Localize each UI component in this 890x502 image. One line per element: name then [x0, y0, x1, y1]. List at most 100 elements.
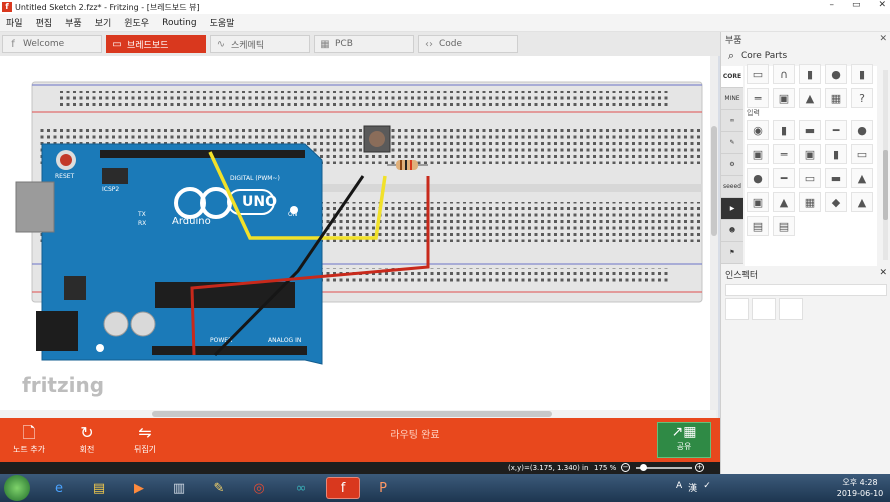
close-button[interactable]: ✕ [878, 0, 886, 10]
part-item[interactable]: ● [747, 168, 769, 188]
canvas-horizontal-scrollbar[interactable] [0, 410, 716, 418]
taskbar-app-icon[interactable]: ▥ [162, 477, 196, 499]
window-title: Untitled Sketch 2.fzz* - Fritzing - [브레드… [15, 2, 200, 12]
taskbar-clock[interactable]: 오후 4:28 2019-06-10 [832, 477, 888, 499]
part-item[interactable]: ━ [825, 120, 847, 140]
part-item[interactable]: ▦ [825, 88, 847, 108]
part-item[interactable]: ▮ [851, 64, 873, 84]
menu-routing[interactable]: Routing [162, 18, 197, 28]
part-item[interactable]: ∩ [773, 64, 795, 84]
part-item[interactable]: ━ [773, 168, 795, 188]
menu-edit[interactable]: 편집 [36, 16, 53, 29]
parts-grid-core: ▭ ∩ ▮ ● ▮ ═ ▣ ▲ ▦ ? [747, 64, 873, 108]
hanja-icon[interactable]: 漢 [688, 481, 697, 494]
pushbutton[interactable] [363, 125, 391, 153]
taskbar-chrome-icon[interactable]: ◎ [242, 477, 276, 499]
tab-code[interactable]: ‹› Code [418, 35, 518, 53]
zoom-slider-thumb[interactable] [640, 464, 647, 471]
part-item[interactable]: ═ [773, 144, 795, 164]
arduino-uno-board[interactable]: RESET ICSP2 DIGITAL (PWM~) UNO Arduino O… [15, 143, 323, 365]
system-tray: A 漢 ✓ [676, 481, 711, 494]
menu-view[interactable]: 보기 [95, 16, 112, 29]
share-icon: ↗▦ [671, 424, 697, 440]
minimize-button[interactable]: – [829, 0, 834, 10]
tab-pcb[interactable]: ▦ PCB [314, 35, 414, 53]
part-item[interactable]: ▬ [799, 120, 821, 140]
part-item[interactable]: ◉ [747, 120, 769, 140]
menu-file[interactable]: 파일 [6, 16, 23, 29]
bin-tab-lilypad[interactable]: ⚑ [721, 242, 743, 264]
part-item[interactable]: ▮ [799, 64, 821, 84]
menu-window[interactable]: 윈도우 [124, 16, 149, 29]
share-button[interactable]: ↗▦ 공유 [657, 422, 711, 458]
vertical-scroll-thumb[interactable] [711, 126, 717, 236]
ime-status-icon[interactable]: ✓ [703, 481, 711, 494]
ime-mode-icon[interactable]: A [676, 481, 682, 494]
menu-help[interactable]: 도움말 [210, 16, 235, 29]
tab-breadboard[interactable]: ▭ 브레드보드 [106, 35, 206, 53]
bin-tab-tools[interactable]: ✎ [721, 132, 743, 154]
parts-scrollbar[interactable] [883, 70, 888, 260]
bin-tab-core[interactable]: CORE [721, 66, 743, 88]
part-item[interactable]: ▮ [825, 144, 847, 164]
breadboard-canvas[interactable]: RESET ICSP2 DIGITAL (PWM~) UNO Arduino O… [0, 56, 716, 418]
horizontal-scroll-thumb[interactable] [152, 411, 552, 417]
part-item[interactable]: ▤ [747, 216, 769, 236]
part-item[interactable]: ◆ [825, 192, 847, 212]
part-item[interactable]: ▦ [799, 192, 821, 212]
canvas-vertical-scrollbar[interactable] [710, 56, 718, 418]
taskbar-powerpoint-icon[interactable]: P [366, 477, 400, 499]
bin-tab-contrib[interactable]: ☻ [721, 220, 743, 242]
part-item[interactable]: ▲ [851, 168, 873, 188]
taskbar-fritzing-icon[interactable]: f [326, 477, 360, 499]
bin-tab-mine[interactable]: MINE [721, 88, 743, 110]
zoom-in-button[interactable]: + [695, 463, 704, 472]
taskbar-arduino-icon[interactable]: ∞ [284, 477, 318, 499]
search-icon[interactable]: ⌕ [721, 49, 741, 63]
bin-tab-seeed[interactable]: seeed [721, 176, 743, 198]
part-item[interactable]: ▲ [851, 192, 873, 212]
bin-tab-intel[interactable]: ⚙ [721, 154, 743, 176]
part-item[interactable]: ● [851, 120, 873, 140]
part-item[interactable]: ▣ [799, 144, 821, 164]
flip-button[interactable]: ⇋ 뒤집기 [122, 424, 168, 455]
parts-scroll-thumb[interactable] [883, 150, 888, 220]
taskbar-media-icon[interactable]: ▶ [122, 477, 156, 499]
bin-tab-play[interactable]: ▶ [721, 198, 743, 220]
arduino-icsp-label: ICSP2 [102, 186, 119, 193]
maximize-button[interactable]: ▭ [852, 0, 861, 10]
part-item[interactable]: ▭ [799, 168, 821, 188]
arduino-model-label: UNO [242, 194, 277, 210]
inspector-close-button[interactable]: ✕ [879, 268, 887, 282]
part-item[interactable]: ▤ [773, 216, 795, 236]
tab-schematic[interactable]: ∿ 스케메틱 [210, 35, 310, 53]
inspector-title: 인스펙터 [725, 271, 759, 281]
add-note-button[interactable]: 🗋 노트 추가 [6, 424, 52, 455]
taskbar-paint-icon[interactable]: ✎ [202, 477, 236, 499]
bin-tab-arduino[interactable]: ∞ [721, 110, 743, 132]
part-item[interactable]: ▣ [747, 192, 769, 212]
part-item[interactable]: ═ [747, 88, 769, 108]
windows-taskbar: e ▤ ▶ ▥ ✎ ◎ ∞ f P A 漢 ✓ 오후 4:28 2019-06-… [0, 474, 890, 502]
part-item[interactable]: ▭ [851, 144, 873, 164]
parts-close-button[interactable]: ✕ [879, 34, 887, 44]
tab-welcome[interactable]: f Welcome [2, 35, 102, 53]
part-item[interactable]: ● [825, 64, 847, 84]
part-item[interactable]: ▲ [773, 192, 795, 212]
part-item[interactable]: ▬ [825, 168, 847, 188]
part-item[interactable]: ▮ [773, 120, 795, 140]
menu-part[interactable]: 부품 [65, 16, 82, 29]
inspector-title-field[interactable] [725, 284, 887, 296]
inspector-previews [725, 298, 803, 320]
part-item[interactable]: ▲ [799, 88, 821, 108]
rotate-button[interactable]: ↻ 회전 [64, 424, 110, 455]
start-button[interactable] [4, 475, 30, 501]
part-item[interactable]: ? [851, 88, 873, 108]
part-item[interactable]: ▣ [773, 88, 795, 108]
zoom-out-button[interactable]: − [621, 463, 630, 472]
part-item[interactable]: ▭ [747, 64, 769, 84]
part-item[interactable]: ▣ [747, 144, 769, 164]
share-label: 공유 [676, 442, 692, 451]
taskbar-explorer-icon[interactable]: ▤ [82, 477, 116, 499]
taskbar-ie-icon[interactable]: e [42, 477, 76, 499]
